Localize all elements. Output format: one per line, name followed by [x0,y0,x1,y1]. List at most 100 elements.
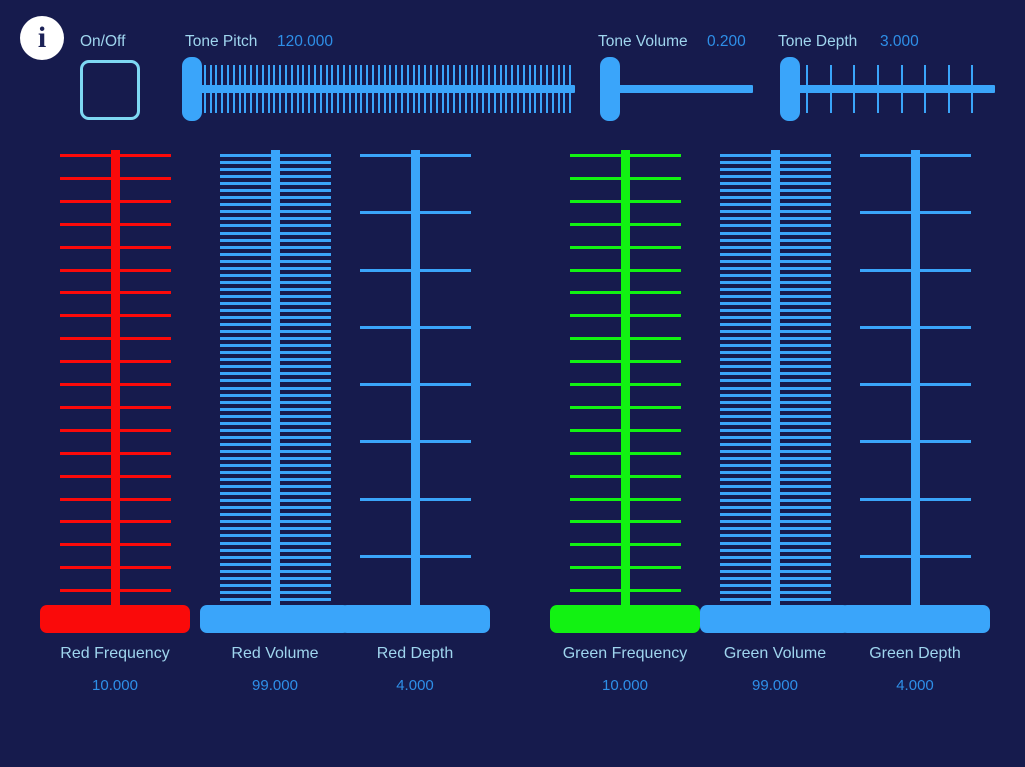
tick-mark [570,543,621,547]
tick-mark [280,456,331,460]
tick-mark [220,471,271,475]
tick-mark [780,471,831,475]
slider-track[interactable] [340,150,490,630]
tick-mark [360,65,363,85]
slider-label: Red Depth [376,645,454,662]
tick-mark [280,365,331,369]
tick-mark [860,554,911,558]
slider-track[interactable] [700,150,850,630]
tick-mark [280,499,331,503]
tone-depth-slider[interactable] [780,57,995,121]
tick-mark [280,316,331,320]
tick-mark [720,583,771,587]
tick-mark [250,65,253,85]
tick-mark [220,562,271,566]
tick-mark [780,344,831,348]
tick-mark [720,590,771,594]
tick-mark [280,323,331,327]
slider-handle[interactable] [182,57,202,121]
tick-mark [120,291,171,295]
tick-mark [280,478,331,482]
tick-mark [780,485,831,489]
tick-mark [780,217,831,221]
tick-mark [420,497,471,501]
tick-mark [570,268,621,272]
slider-red-depth[interactable]: Red Depth 4.000 [340,140,490,710]
tick-mark [920,554,971,558]
tick-mark [447,65,450,85]
info-icon[interactable]: i [20,16,64,60]
tick-mark [280,576,331,580]
onoff-checkbox[interactable] [80,60,140,120]
tick-mark [720,485,771,489]
tick-mark [499,93,502,113]
tick-mark [220,238,271,242]
slider-handle[interactable] [600,57,620,121]
tick-mark [780,393,831,397]
slider-handle[interactable] [700,605,850,633]
tick-mark [343,65,345,85]
tick-mark [401,65,403,85]
tick-mark [720,386,771,390]
slider-handle[interactable] [840,605,990,633]
tone-pitch-value: 120.000 [277,33,334,50]
tick-mark [360,383,411,386]
slider-red-frequency[interactable]: Red Frequency 10.000 [40,140,190,710]
tick-mark [540,65,543,85]
tick-mark [780,478,831,482]
slider-green-frequency[interactable]: Green Frequency 10.000 [550,140,700,710]
slider-track[interactable] [40,150,190,630]
tick-mark [279,65,282,85]
tick-mark [308,65,311,85]
slider-value: 99.000 [752,677,798,694]
slider-track[interactable] [606,85,753,93]
tick-mark [220,161,271,165]
tick-mark [354,93,357,113]
slider-handle[interactable] [40,605,190,633]
tick-mark [720,316,771,320]
slider-track[interactable] [550,150,700,630]
tick-mark [780,231,831,235]
tick-mark [630,199,681,203]
slider-handle[interactable] [340,605,490,633]
tick-mark [232,65,235,85]
tick-mark [780,499,831,503]
slider-handle[interactable] [780,57,800,121]
tone-volume-slider[interactable] [600,57,753,121]
tick-mark [920,325,971,329]
tick-mark [120,383,171,386]
tick-mark [280,541,331,545]
slider-track[interactable] [200,150,350,630]
tick-mark [424,93,427,113]
slider-track[interactable] [188,85,575,93]
slider-green-depth[interactable]: Green Depth 4.000 [840,140,990,710]
tick-mark [720,527,771,531]
tick-mark [331,93,334,113]
tick-mark [280,421,331,425]
tick-mark [280,513,331,517]
tone-pitch-slider[interactable] [182,57,575,121]
tick-mark [720,365,771,369]
slider-handle[interactable] [200,605,350,633]
tick-mark [780,245,831,249]
slider-track[interactable] [786,85,995,93]
tick-mark [220,196,271,200]
tick-mark [470,65,473,85]
tick-mark [528,93,531,113]
tick-mark [280,280,331,284]
tick-mark [280,330,331,334]
tick-mark [120,474,171,478]
tick-mark [220,189,271,193]
slider-track[interactable] [840,150,990,630]
tick-mark [780,238,831,242]
tick-mark [314,93,316,113]
slider-red-volume[interactable]: Red Volume 99.000 [200,140,350,710]
tick-mark [534,93,537,113]
tick-mark [780,252,831,256]
tick-mark [120,154,171,157]
slider-green-volume[interactable]: Green Volume 99.000 [700,140,850,710]
slider-handle[interactable] [550,605,700,633]
tick-mark [947,65,950,85]
tick-mark [120,176,171,180]
tick-mark [280,520,331,524]
